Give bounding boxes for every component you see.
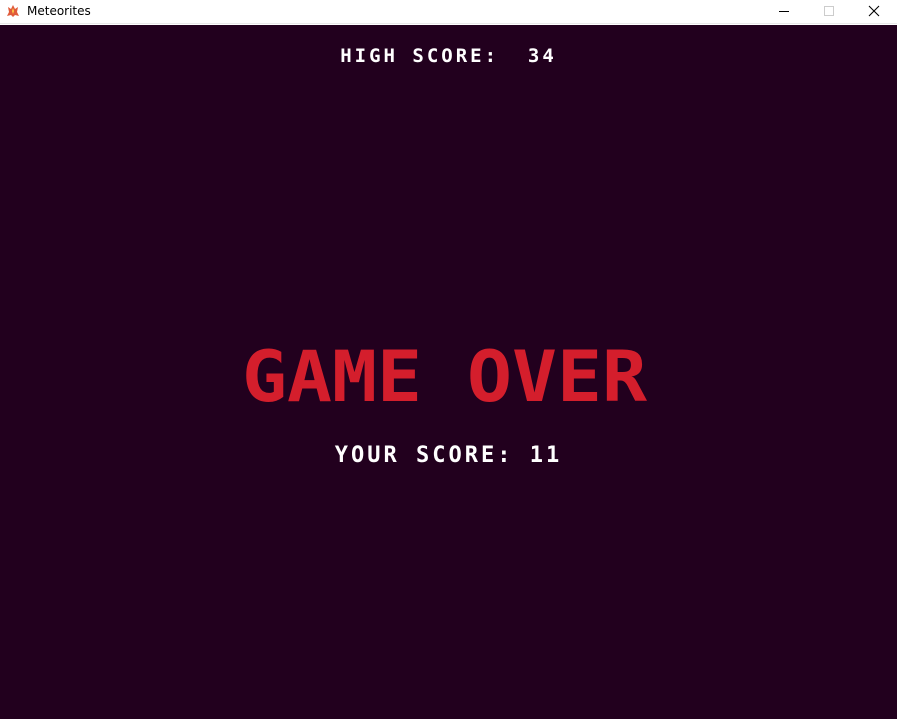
window-title: Meteorites: [27, 4, 91, 18]
minimize-icon: [779, 11, 789, 12]
close-icon: [868, 5, 880, 17]
game-canvas[interactable]: HIGH SCORE: 34 GAME OVER YOUR SCORE: 11: [0, 25, 897, 719]
game-over-title: GAME OVER: [242, 347, 648, 407]
high-score-label: HIGH SCORE: 34: [340, 45, 557, 67]
maximize-button[interactable]: [806, 0, 852, 22]
meteorites-app-icon: [7, 5, 19, 17]
close-button[interactable]: [851, 0, 897, 22]
minimize-button[interactable]: [761, 0, 807, 22]
maximize-icon: [824, 6, 834, 16]
your-score-label: YOUR SCORE: 11: [334, 443, 563, 468]
title-bar[interactable]: Meteorites: [0, 0, 897, 24]
app-window: Meteorites HIGH SCORE: 34 GAME OVER YOUR…: [0, 0, 897, 719]
game-over-text: GAME OVER: [242, 347, 648, 407]
